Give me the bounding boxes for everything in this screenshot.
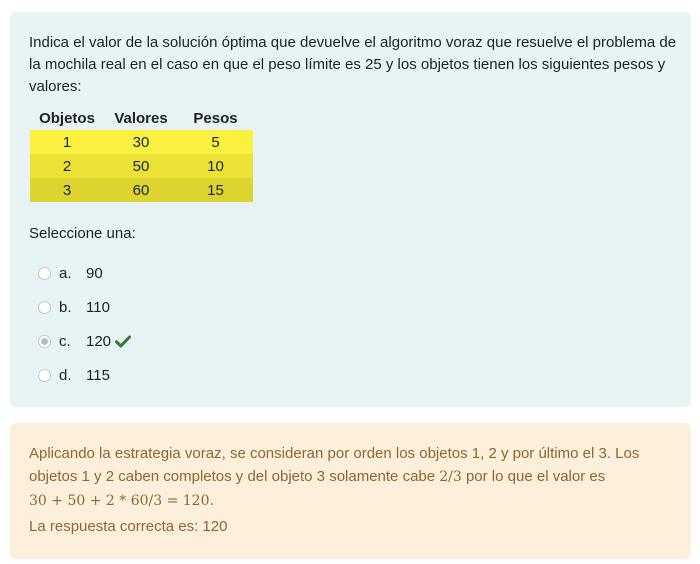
- feedback-explanation: Aplicando la estrategia voraz, se consid…: [29, 442, 679, 513]
- table-cell: 60: [104, 178, 178, 202]
- items-table: Objetos Valores Pesos 1 30 5 2 50 10 3 6…: [30, 106, 253, 202]
- answer-value: 120: [86, 332, 112, 350]
- question-text: Indica el valor de la solución óptima qu…: [29, 34, 677, 95]
- explanation-text: por lo que el valor es: [461, 468, 606, 485]
- answer-letter: c.: [59, 332, 71, 350]
- table-cell: 50: [104, 154, 178, 178]
- correct-answer-text: La respuesta correcta es: 120: [29, 518, 228, 535]
- table-cell: 15: [178, 178, 253, 202]
- answer-option-b[interactable]: b. 110: [38, 290, 110, 324]
- radio-button[interactable]: [38, 266, 51, 280]
- table-header: Objetos: [39, 109, 95, 127]
- table-cell: 5: [178, 130, 253, 154]
- answer-value: 110: [86, 298, 110, 316]
- answer-list: a. 90 b. 110 c. 120 d. 115: [38, 256, 132, 392]
- table-header-row: Objetos Valores Pesos: [30, 106, 253, 130]
- table-header: Valores: [114, 109, 168, 127]
- table-row: 1 30 5: [30, 130, 253, 154]
- table-cell: 1: [30, 130, 104, 154]
- question-container: Indica el valor de la solución óptima qu…: [10, 12, 691, 407]
- table-cell: 3: [30, 178, 104, 202]
- answer-option-d[interactable]: d. 115: [38, 358, 110, 392]
- table-row: 3 60 15: [30, 178, 253, 202]
- feedback-container: Aplicando la estrategia voraz, se consid…: [10, 423, 691, 559]
- answer-option-c[interactable]: c. 120: [38, 324, 132, 358]
- answer-value: 115: [86, 366, 110, 384]
- answer-option-a[interactable]: a. 90: [38, 256, 103, 290]
- formula-end: .: [209, 493, 214, 509]
- radio-button-selected[interactable]: [38, 334, 51, 348]
- answer-value-wrap: 120: [86, 332, 132, 350]
- answer-letter: b.: [59, 298, 72, 316]
- answer-letter: d.: [59, 366, 72, 384]
- table-cell: 10: [178, 154, 253, 178]
- fraction: 2/3: [439, 469, 462, 485]
- answer-value: 90: [86, 264, 103, 282]
- formula: 30 + 50 + 2 * 60/3 = 120: [29, 493, 210, 509]
- table-cell: 2: [30, 154, 104, 178]
- table-cell: 30: [104, 130, 178, 154]
- answer-letter: a.: [59, 264, 72, 282]
- table-row: 2 50 10: [30, 154, 253, 178]
- check-icon: [115, 335, 132, 348]
- radio-button[interactable]: [38, 300, 51, 314]
- radio-button[interactable]: [38, 368, 51, 382]
- answer-prompt: Seleccione una:: [29, 225, 136, 242]
- table-header: Pesos: [193, 109, 238, 127]
